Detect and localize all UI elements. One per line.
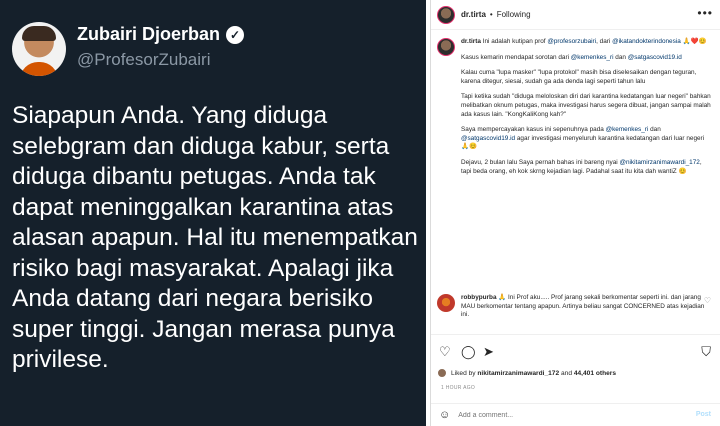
verified-badge-icon: ✓ (226, 25, 245, 44)
post-timestamp[interactable]: 1 HOUR AGO (441, 385, 475, 391)
caption-text: Saya mempercayakan kasus ini sepenuhnya … (461, 126, 604, 134)
mention-link[interactable]: @kemenkes_ri (606, 126, 649, 133)
caption-text: dan (615, 53, 626, 61)
caption-paragraph-5: Saya mempercayakan kasus ini sepenuhnya … (461, 126, 711, 152)
mention-link[interactable]: @satgascovid19.id (628, 54, 682, 61)
caption-paragraph-3: Kalau cuma "lupa masker" "lupa protokol"… (461, 69, 697, 85)
likes-count[interactable]: 44,401 others (574, 370, 616, 377)
author-handle[interactable]: @ProfesorZubairi (77, 50, 210, 70)
likes-mid: and (560, 369, 572, 377)
caption-paragraph-6: Dejavu, 2 bulan lalu Saya pernah bahas i… (461, 159, 711, 176)
author-name[interactable]: Zubairi Djoerban (77, 24, 220, 45)
post-header: dr.tirta • Following ••• (431, 0, 720, 30)
add-comment-input[interactable] (458, 411, 659, 419)
instagram-post-panel: dr.tirta • Following ••• dr.tirta Ini ad… (430, 0, 720, 426)
tweet-text: Siapapun Anda. Yang diduga selebgram dan… (12, 102, 418, 373)
likes-row: Liked by nikitamirzanimawardi_172 and 44… (437, 368, 616, 378)
avatar-hat-shape (22, 26, 56, 41)
tweet-card: Zubairi Djoerban ✓ @ProfesorZubairi Siap… (0, 0, 426, 426)
emoji-picker-icon[interactable]: ☺ (439, 409, 450, 421)
comment-body: robbypurba 🙏 Ini Prof aku..... Prof jara… (461, 294, 705, 320)
add-comment-bar: ☺ Post (431, 403, 720, 426)
comment-icon[interactable]: ◯ (461, 345, 476, 358)
mention-link[interactable]: @nikitamirzanimawardi_172 (619, 159, 699, 166)
comment-text: 🙏 Ini Prof aku..... Prof jarang sekali b… (461, 294, 705, 319)
caption-text: , dari (596, 38, 611, 45)
heart-icon[interactable]: ♡ (439, 345, 451, 358)
following-button[interactable]: Following (497, 10, 531, 19)
mention-link[interactable]: @profesorzubairi (547, 38, 596, 45)
caption-text: Kasus kemarin mendapat sorotan dari (461, 53, 569, 61)
action-bar: ♡ ◯ ➤ ⛉ (431, 334, 720, 366)
author-name-row[interactable]: Zubairi Djoerban ✓ (77, 24, 245, 45)
emoji: 😊 (678, 167, 687, 175)
comment: robbypurba 🙏 Ini Prof aku..... Prof jara… (437, 294, 711, 320)
commenter-avatar[interactable] (437, 294, 455, 312)
caption-text: Dejavu, 2 bulan lalu Saya pernah bahas i… (461, 158, 618, 166)
commenter-username[interactable]: robbypurba (461, 294, 497, 301)
post-button[interactable]: Post (696, 411, 711, 418)
post-caption: dr.tirta Ini adalah kutipan prof @profes… (437, 38, 711, 183)
caption-text: dan (650, 126, 661, 134)
likes-prefix: Liked by (451, 369, 476, 377)
caption-username[interactable]: dr.tirta (461, 38, 481, 45)
caption-paragraph-2: Kasus kemarin mendapat sorotan dari @kem… (461, 54, 711, 63)
liker-avatar (437, 368, 447, 378)
profile-avatar[interactable] (12, 22, 66, 76)
liker-username[interactable]: nikitamirzanimawardi_172 (477, 370, 559, 377)
caption-body: dr.tirta Ini adalah kutipan prof @profes… (461, 38, 711, 183)
avatar-shirt-shape (20, 62, 58, 76)
caption-text: agar investigasi menyeluruh karantina ke… (516, 134, 705, 142)
header-username[interactable]: dr.tirta (461, 10, 486, 19)
caption-paragraph-4: Tapi ketika sudah "diduga meloloskan dir… (461, 93, 711, 118)
emoji: 🙏❤️😊 (682, 38, 707, 45)
caption-paragraph-1: dr.tirta Ini adalah kutipan prof @profes… (461, 38, 711, 47)
mention-link[interactable]: @satgascovid19.id (461, 135, 515, 142)
mention-link[interactable]: @kemenkes_ri (571, 54, 614, 61)
bookmark-icon[interactable]: ⛉ (701, 345, 711, 358)
mention-link[interactable]: @ikatandokterindonesia (612, 38, 681, 45)
share-icon[interactable]: ➤ (483, 345, 494, 358)
caption-text: Ini adalah kutipan prof (482, 38, 546, 45)
author-avatar[interactable] (437, 5, 455, 24)
emoji: 🙏😊 (461, 143, 477, 151)
more-options-icon[interactable]: ••• (697, 6, 713, 20)
comment-like-heart-icon[interactable]: ♡ (704, 296, 711, 305)
header-separator: • (489, 10, 493, 19)
caption-avatar[interactable] (437, 38, 455, 56)
